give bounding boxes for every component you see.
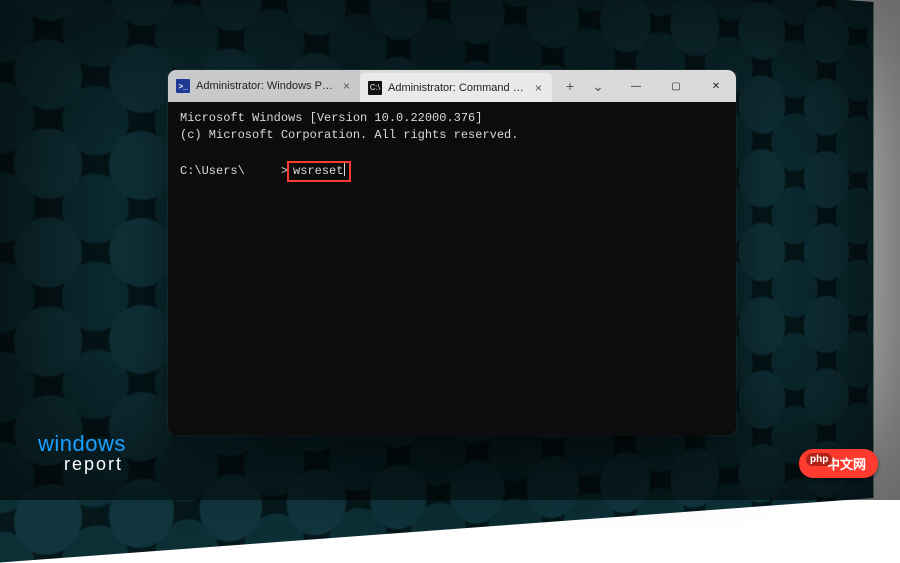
close-tab-icon[interactable]: × [341,80,352,92]
command-highlight-box: wsreset [287,161,351,182]
powershell-icon: >_ [176,79,190,93]
titlebar[interactable]: >_ Administrator: Windows PowerS × C:\ A… [168,70,736,102]
tab-label: Administrator: Command Promp [388,82,527,94]
windowsreport-line1: windows [38,434,126,454]
terminal-line: (c) Microsoft Corporation. All rights re… [180,127,724,144]
terminal-output[interactable]: Microsoft Windows [Version 10.0.22000.37… [168,102,736,190]
maximize-button[interactable]: ▢ [656,70,696,102]
windowsreport-watermark: windows report [38,434,126,474]
tab-overflow-button[interactable]: ⌄ [586,74,610,98]
text-cursor [344,163,345,176]
prompt-username-redacted: █████ [245,164,281,178]
terminal-line: Microsoft Windows [Version 10.0.22000.37… [180,110,724,127]
new-tab-button[interactable]: + [558,74,582,98]
terminal-prompt-line: C:\Users\█████>wsreset [180,161,724,182]
window-controls: — ▢ ✕ [616,70,736,102]
minimize-button[interactable]: — [616,70,656,102]
windows-terminal-window: >_ Administrator: Windows PowerS × C:\ A… [168,70,736,435]
phpcn-badge-text: 中文网 [827,457,866,472]
terminal-blank-line [180,144,724,161]
tab-strip: >_ Administrator: Windows PowerS × C:\ A… [168,70,552,102]
cmd-icon: C:\ [368,81,382,95]
tab-actions: + ⌄ [552,70,616,102]
windowsreport-line2: report [38,454,126,474]
tab-label: Administrator: Windows PowerS [196,80,335,92]
phpcn-badge: 中文网 [799,449,878,478]
prompt-prefix: C:\Users\ [180,164,245,178]
close-window-button[interactable]: ✕ [696,70,736,102]
tab-powershell[interactable]: >_ Administrator: Windows PowerS × [168,70,360,102]
close-tab-icon[interactable]: × [533,82,544,94]
command-input[interactable]: wsreset [293,164,343,178]
tab-command-prompt[interactable]: C:\ Administrator: Command Promp × [360,73,552,102]
